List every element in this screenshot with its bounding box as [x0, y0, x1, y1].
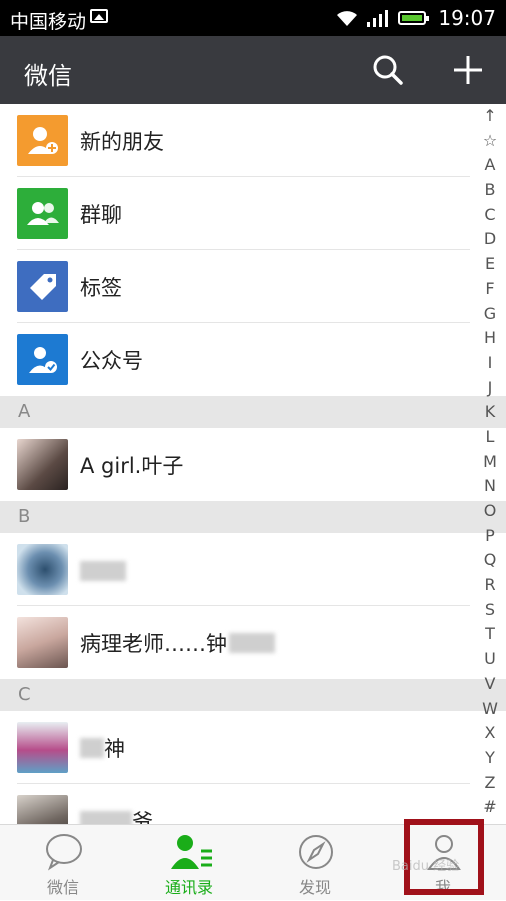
- contact-row[interactable]: [0, 533, 506, 606]
- official-accounts-row[interactable]: 公众号: [0, 323, 506, 396]
- alphabet-index[interactable]: ↑ ☆ A B C D E F G H I J K L M N O P Q R S T U V W X Y Z #: [474, 104, 506, 820]
- official-account-icon: [17, 334, 68, 385]
- blurred-name: [80, 810, 132, 824]
- tab-contacts-label: 通讯录: [164, 878, 213, 897]
- title-bar: 微信: [0, 36, 506, 104]
- index-letter[interactable]: S: [474, 598, 506, 623]
- status-right: 19:07: [336, 6, 496, 30]
- group-chat-icon: [17, 188, 68, 239]
- page-title: 微信: [24, 62, 72, 90]
- index-letter[interactable]: T: [474, 622, 506, 647]
- compass-icon: [299, 835, 333, 869]
- tab-chats[interactable]: 微信: [0, 825, 126, 901]
- tab-chats-label: 微信: [46, 878, 79, 897]
- status-bar: 中国移动 19:07: [0, 0, 506, 36]
- index-letter[interactable]: ☆: [474, 129, 506, 154]
- carrier-name: 中国移动: [10, 11, 87, 33]
- index-letter[interactable]: B: [474, 178, 506, 203]
- clock: 19:07: [438, 6, 496, 30]
- index-letter[interactable]: V: [474, 672, 506, 697]
- search-icon[interactable]: [370, 52, 406, 88]
- index-letter[interactable]: U: [474, 647, 506, 672]
- index-letter[interactable]: A: [474, 153, 506, 178]
- contact-list[interactable]: 新的朋友 群聊 标签 公众号 A A girl.叶子 B 病理老师……钟 C 神…: [0, 104, 506, 824]
- blurred-name: [80, 737, 104, 758]
- add-icon[interactable]: [450, 52, 486, 88]
- index-letter[interactable]: X: [474, 721, 506, 746]
- tab-discover-label: 发现: [298, 878, 331, 897]
- blurred-name: [80, 560, 126, 581]
- index-letter[interactable]: L: [474, 425, 506, 450]
- blurred-name: [229, 632, 275, 653]
- index-letter[interactable]: P: [474, 524, 506, 549]
- tags-label: 标签: [80, 275, 122, 300]
- wifi-icon: [337, 11, 358, 26]
- index-letter[interactable]: I: [474, 351, 506, 376]
- section-header-a: A: [0, 396, 506, 428]
- tab-discover[interactable]: 发现: [252, 825, 378, 901]
- watermark-text: Baidu 经验: [392, 859, 460, 874]
- index-letter[interactable]: Z: [474, 771, 506, 796]
- index-letter[interactable]: #: [474, 795, 506, 820]
- contact-row[interactable]: 神: [0, 711, 506, 784]
- index-letter[interactable]: Y: [474, 746, 506, 771]
- contact-name: 爷: [132, 809, 153, 825]
- contact-name: 神: [104, 736, 125, 761]
- section-header-c: C: [0, 679, 506, 711]
- index-letter[interactable]: D: [474, 227, 506, 252]
- contact-avatar: [17, 617, 68, 668]
- signal-icon: [367, 10, 389, 27]
- contact-avatar: [17, 439, 68, 490]
- tag-icon: [17, 261, 68, 312]
- contact-name: A girl.叶子: [80, 453, 184, 478]
- contact-avatar: [17, 544, 68, 595]
- contact-row[interactable]: A girl.叶子: [0, 428, 506, 501]
- contact-row[interactable]: 病理老师……钟: [0, 606, 506, 679]
- index-letter[interactable]: G: [474, 302, 506, 327]
- image-notification-icon: [90, 9, 108, 23]
- index-letter[interactable]: F: [474, 277, 506, 302]
- contact-avatar: [17, 722, 68, 773]
- group-chats-label: 群聊: [80, 202, 122, 227]
- tags-row[interactable]: 标签: [0, 250, 506, 323]
- contact-name: [80, 558, 126, 582]
- index-letter[interactable]: E: [474, 252, 506, 277]
- index-letter[interactable]: J: [474, 376, 506, 401]
- contact-row[interactable]: 爷: [0, 784, 506, 824]
- index-letter[interactable]: H: [474, 326, 506, 351]
- index-letter[interactable]: N: [474, 474, 506, 499]
- contact-avatar: [17, 795, 68, 824]
- index-letter[interactable]: O: [474, 499, 506, 524]
- index-letter[interactable]: K: [474, 400, 506, 425]
- index-letter[interactable]: C: [474, 203, 506, 228]
- section-header-b: B: [0, 501, 506, 533]
- index-letter[interactable]: Q: [474, 548, 506, 573]
- index-letter[interactable]: R: [474, 573, 506, 598]
- group-chats-row[interactable]: 群聊: [0, 177, 506, 250]
- new-friends-label: 新的朋友: [80, 129, 164, 154]
- contact-name: 病理老师……钟: [80, 631, 227, 656]
- contacts-icon: [171, 835, 212, 869]
- index-letter[interactable]: W: [474, 697, 506, 722]
- add-friend-icon: [17, 115, 68, 166]
- index-letter[interactable]: M: [474, 450, 506, 475]
- official-accounts-label: 公众号: [80, 348, 143, 373]
- new-friends-row[interactable]: 新的朋友: [0, 104, 506, 177]
- tab-contacts[interactable]: 通讯录: [126, 825, 252, 901]
- index-letter[interactable]: ↑: [474, 104, 506, 129]
- battery-icon: [398, 11, 430, 25]
- chat-bubble-icon: [46, 834, 82, 871]
